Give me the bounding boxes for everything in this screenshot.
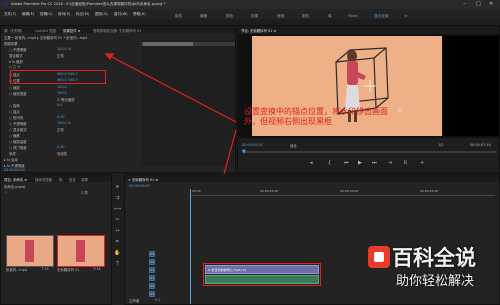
tab-effects[interactable]: 效果 <box>81 177 88 182</box>
project-tab-bar: 项目: 未命名 ≡ 媒体浏览器 库 信息 效果 <box>1 175 111 182</box>
track-a1-toggle[interactable]: A1 <box>149 275 155 281</box>
track-v2-toggle[interactable]: V2 <box>149 259 155 265</box>
razor-tool-icon[interactable]: ✂ <box>114 217 121 224</box>
timeline-timecode[interactable]: 00:00:00:00 <box>129 184 150 189</box>
watermark-subtitle: 助你轻松解决 <box>396 274 475 289</box>
master-volume[interactable]: 0.0 <box>155 298 160 303</box>
slip-tool-icon[interactable]: ↔ <box>114 228 121 235</box>
track-v3-toggle[interactable]: V3 <box>149 251 155 257</box>
thumbnail-figure <box>25 240 34 262</box>
track-a2-toggle[interactable]: A2 <box>149 283 155 289</box>
media-thumbnail[interactable] <box>6 235 54 267</box>
watermark-logo <box>368 246 390 268</box>
media-item-name: 卧室内...mp4 <box>6 268 28 272</box>
timeline-playhead[interactable] <box>190 189 191 304</box>
selection-tool-icon[interactable]: ➤ <box>114 184 121 191</box>
ruler-tick: 00:00 <box>192 189 201 193</box>
ruler-tick: 00:00:15:00 <box>260 189 279 193</box>
site-watermark: 百科全说 助你轻松解决 <box>366 244 496 296</box>
thumbnail-figure <box>76 240 85 262</box>
ripple-edit-icon[interactable]: ⟺ <box>114 206 121 213</box>
ruler-tick: 00:00:30:00 <box>340 189 359 193</box>
tab-libraries[interactable]: 库 <box>59 177 62 182</box>
project-path: 未命名.prproj <box>4 185 26 189</box>
track-a3-toggle[interactable]: A3 <box>149 291 155 297</box>
tab-media-browser[interactable]: 媒体浏览器 <box>35 177 52 182</box>
master-track-label: 主声道 <box>129 299 140 303</box>
pen-tool-icon[interactable]: ✒ <box>114 239 121 246</box>
type-tool-icon[interactable]: T <box>114 261 121 268</box>
watermark-logo-mark <box>374 252 384 262</box>
sequence-item-name: 无标题序列 01 <box>57 268 80 272</box>
timeline-ruler[interactable]: 00:00 00:00:15:00 00:00:30:00 00:00:45:0… <box>190 189 495 196</box>
track-select-icon[interactable]: ⇉ <box>114 195 121 202</box>
sequence-thumbnail[interactable] <box>57 235 105 267</box>
tab-info[interactable]: 信息 <box>69 177 76 182</box>
track-v1-toggle[interactable]: V1 <box>149 267 155 273</box>
clip-highlight <box>203 263 321 286</box>
timeline-tab-bar: × 无标题序列 01 ≡ <box>125 175 499 182</box>
project-search-icon[interactable]: ⌕ <box>5 190 7 195</box>
tools-panel: ➤ ⇉ ⟺ ✂ ↔ ✒ ✋ T <box>112 174 124 305</box>
ruler-tick: 00:00:45:00 <box>420 189 439 193</box>
project-item-count: 2 项 <box>81 191 88 195</box>
media-item-duration: 7:14 <box>41 267 49 271</box>
tab-project[interactable]: 项目: 未命名 ≡ <box>4 177 27 182</box>
project-panel: 项目: 未命名 ≡ 媒体浏览器 库 信息 效果 未命名.prproj ⌕ 2 项… <box>0 174 112 305</box>
watermark-brand: 百科全说 <box>392 246 476 270</box>
hand-tool-icon[interactable]: ✋ <box>114 250 121 257</box>
sequence-item-duration: 7:14 <box>93 267 101 271</box>
tab-sequence[interactable]: × 无标题序列 01 ≡ <box>128 177 158 182</box>
